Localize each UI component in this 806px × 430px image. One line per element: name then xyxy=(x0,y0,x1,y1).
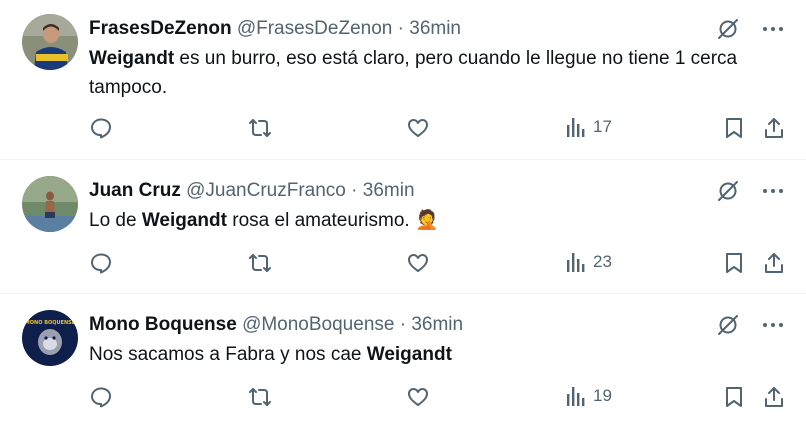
tweet-top-actions xyxy=(716,17,784,41)
reply-button[interactable] xyxy=(89,116,113,140)
avatar[interactable]: MONO BOQUENSE xyxy=(22,310,78,366)
tweet-actions: 19 xyxy=(89,385,784,413)
tweet-text: Weigandt es un burro, eso está claro, pe… xyxy=(89,44,794,102)
like-button[interactable] xyxy=(406,251,430,275)
tweet-top-actions xyxy=(716,179,784,203)
bookmark-button[interactable] xyxy=(723,251,745,275)
tweet-top-actions xyxy=(716,313,784,337)
user-handle[interactable]: @FrasesDeZenon xyxy=(237,18,393,39)
reply-icon xyxy=(91,118,111,139)
share-icon xyxy=(765,387,783,407)
avatar[interactable] xyxy=(22,14,78,70)
reply-icon xyxy=(91,387,111,408)
tweet-header: Juan Cruz @JuanCruzFranco · 36min xyxy=(89,180,716,202)
views-count: 19 xyxy=(593,386,612,405)
retweet-icon xyxy=(249,254,271,272)
user-handle[interactable]: @JuanCruzFranco xyxy=(186,180,346,201)
tweet-actions: 23 xyxy=(89,251,784,279)
bookmark-button[interactable] xyxy=(723,385,745,409)
text-body: es un burro, eso está claro, pero cuando… xyxy=(89,48,738,98)
views-icon xyxy=(567,118,585,137)
retweet-icon xyxy=(249,388,271,406)
heart-icon xyxy=(408,254,428,272)
display-name[interactable]: FrasesDeZenon xyxy=(89,18,232,39)
reply-button[interactable] xyxy=(89,385,113,409)
share-icon xyxy=(765,118,783,138)
tweet-header: FrasesDeZenon @FrasesDeZenon · 36min xyxy=(89,18,716,40)
reply-button[interactable] xyxy=(89,251,113,275)
share-button[interactable] xyxy=(763,251,785,275)
tweet-text: Lo de Weigandt rosa el amateurismo. 🤦 xyxy=(89,206,794,235)
retweet-button[interactable] xyxy=(247,385,273,409)
tweet[interactable]: FrasesDeZenon @FrasesDeZenon · 36min Wei… xyxy=(0,0,806,160)
display-name[interactable]: Mono Boquense xyxy=(89,314,237,335)
tweet-actions: 17 xyxy=(89,116,784,144)
tweet-text: Nos sacamos a Fabra y nos cae Weigandt xyxy=(89,340,794,369)
keyword: Weigandt xyxy=(366,344,452,365)
retweet-button[interactable] xyxy=(247,251,273,275)
text-body: rosa el amateurismo. 🤦 xyxy=(226,210,439,231)
timestamp[interactable]: 36min xyxy=(411,314,463,335)
views-count: 23 xyxy=(593,252,612,271)
views-button[interactable]: 17 xyxy=(565,116,612,138)
tweet-header: Mono Boquense @MonoBoquense · 36min xyxy=(89,314,716,336)
retweet-icon xyxy=(249,119,271,137)
reply-icon xyxy=(91,253,111,274)
grok-icon[interactable] xyxy=(716,179,740,203)
bookmark-icon xyxy=(726,387,742,407)
share-button[interactable] xyxy=(763,385,785,409)
grok-icon[interactable] xyxy=(716,17,740,41)
share-button[interactable] xyxy=(763,116,785,140)
tweet[interactable]: MONO BOQUENSE Mono Boquense @MonoBoquens… xyxy=(0,294,806,430)
views-icon xyxy=(567,387,585,406)
display-name[interactable]: Juan Cruz xyxy=(89,180,181,201)
heart-icon xyxy=(408,119,428,137)
heart-icon xyxy=(408,388,428,406)
timestamp[interactable]: 36min xyxy=(409,18,461,39)
bookmark-button[interactable] xyxy=(723,116,745,140)
keyword: Weigandt xyxy=(141,210,227,231)
bookmark-icon xyxy=(726,253,742,273)
retweet-button[interactable] xyxy=(247,116,273,140)
views-count: 17 xyxy=(593,117,612,136)
grok-icon[interactable] xyxy=(716,313,740,337)
separator: · xyxy=(397,18,404,39)
avatar[interactable] xyxy=(22,176,78,232)
like-button[interactable] xyxy=(406,116,430,140)
keyword: Weigandt xyxy=(89,48,175,69)
text-body: Nos sacamos a Fabra y nos cae xyxy=(89,344,367,365)
more-icon[interactable] xyxy=(762,322,784,328)
views-icon xyxy=(567,253,585,272)
avatar-logo-text: MONO BOQUENSE xyxy=(25,320,76,326)
more-icon[interactable] xyxy=(762,26,784,32)
timestamp[interactable]: 36min xyxy=(363,180,415,201)
user-handle[interactable]: @MonoBoquense xyxy=(242,314,394,335)
share-icon xyxy=(765,253,783,273)
views-button[interactable]: 23 xyxy=(565,251,612,273)
separator: · xyxy=(351,180,358,201)
like-button[interactable] xyxy=(406,385,430,409)
more-icon[interactable] xyxy=(762,188,784,194)
views-button[interactable]: 19 xyxy=(565,385,612,407)
separator: · xyxy=(399,314,407,335)
tweet[interactable]: Juan Cruz @JuanCruzFranco · 36min Lo de … xyxy=(0,160,806,294)
bookmark-icon xyxy=(726,118,742,138)
text-body: Lo de xyxy=(89,210,142,231)
